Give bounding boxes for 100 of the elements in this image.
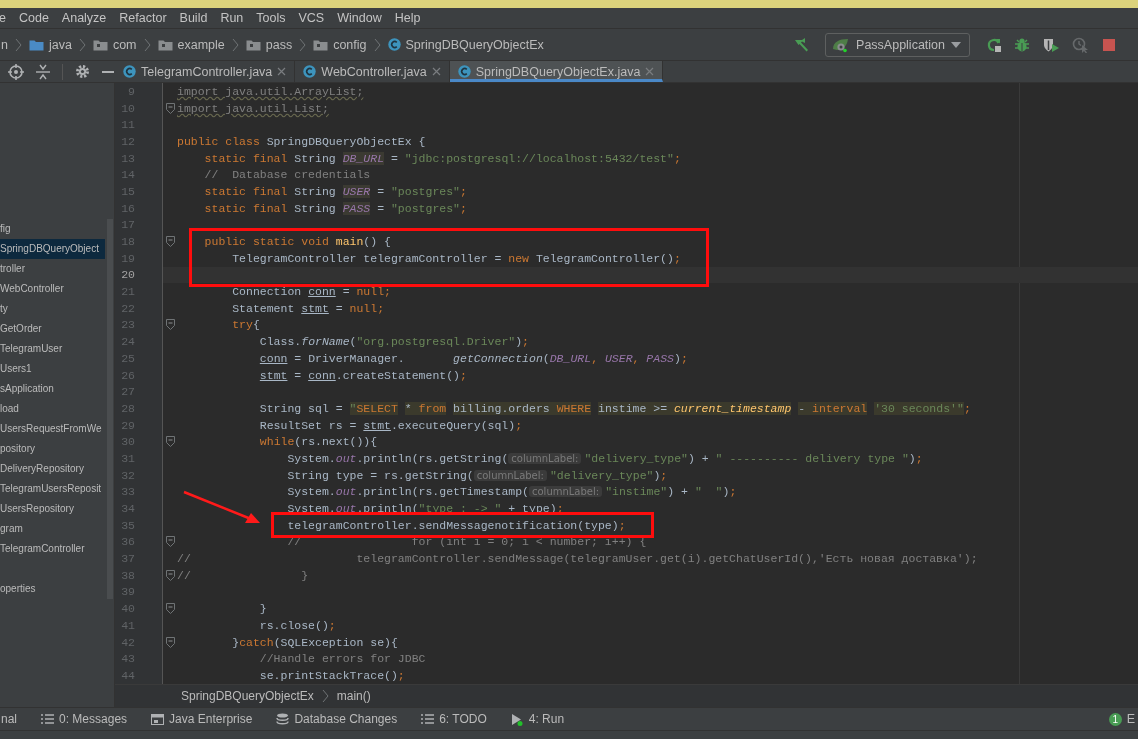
fold-icon[interactable] <box>165 436 175 448</box>
tree-item[interactable]: DeliveryRepository <box>0 459 105 479</box>
count-badge: 1 <box>1108 712 1122 726</box>
editor-tab[interactable]: SpringDBQueryObjectEx.java <box>449 61 664 82</box>
folder-icon <box>92 38 108 51</box>
menu-item[interactable]: Window <box>337 11 382 25</box>
tree-item[interactable]: pository <box>0 439 105 459</box>
code-line: static final String DB_URL = "jdbc:postgresql://localhost:5432/test"; <box>203 150 681 167</box>
code-line: System.out.println(rs.getTimestamp( columnLabel: "instime") + " "); <box>286 484 737 501</box>
code-line: TelegramController telegramController = new TelegramController(); <box>231 250 681 267</box>
tool-window-button[interactable]: 0: Messages <box>41 712 128 726</box>
code-line: stmt = conn.createStatement(); <box>258 367 467 384</box>
tree-item[interactable]: fig <box>0 219 105 239</box>
code-line: String sql = "SELECT * from billing.orders WHERE instime >= current_timestamp - interval '30 seconds'"; <box>258 400 971 417</box>
tool-window-button[interactable]: 6: TODO <box>421 712 487 726</box>
scrollbar[interactable] <box>107 219 113 599</box>
fold-icon[interactable] <box>165 636 175 648</box>
code-line: Connection conn = null; <box>231 284 391 301</box>
tool-window-button[interactable]: Java Enterprise <box>151 712 253 726</box>
close-icon[interactable] <box>645 67 655 76</box>
window-icon <box>151 712 165 726</box>
close-icon[interactable] <box>277 67 287 76</box>
fold-icon[interactable] <box>165 536 175 548</box>
breadcrumb[interactable]: config <box>333 37 367 52</box>
settings-icon[interactable] <box>75 64 90 79</box>
breadcrumb[interactable]: SpringDBQueryObjectEx <box>181 689 314 703</box>
code-line: }catch(SQLException se){ <box>231 634 398 651</box>
breadcrumb[interactable]: java <box>48 37 72 52</box>
code-line: static final String USER = "postgres"; <box>203 183 467 200</box>
tree-item[interactable]: Users1 <box>0 359 105 379</box>
menu-item[interactable]: Help <box>394 11 421 25</box>
event-log-label: E <box>1126 712 1135 726</box>
code-line: String type = rs.getString( columnLabel: "delivery_type"); <box>286 467 668 484</box>
code-line: // } <box>177 567 309 584</box>
tree-item[interactable]: operties <box>0 579 105 599</box>
code-line: se.printStackTrace(); <box>258 667 405 684</box>
list-icon <box>421 712 435 726</box>
fold-icon[interactable] <box>165 236 175 248</box>
menu-item[interactable]: Run <box>220 11 244 25</box>
breadcrumb[interactable]: example <box>177 37 225 52</box>
run-configuration-dropdown[interactable]: PassApplication <box>825 32 970 57</box>
folder-icon <box>157 38 173 51</box>
menu-item[interactable]: Code <box>18 11 49 25</box>
tree-item[interactable]: TelegramUsersReposit <box>0 479 105 499</box>
caret-icon <box>951 41 961 48</box>
chevron-icon <box>373 37 381 52</box>
chevron-icon <box>321 689 329 703</box>
tree-item[interactable]: UsersRepository <box>0 499 105 519</box>
folder-icon <box>28 38 44 51</box>
chevron-icon <box>14 37 22 52</box>
code-line: //Handle errors for JDBC <box>258 651 426 668</box>
breadcrumb[interactable]: main() <box>336 689 371 703</box>
tree-item[interactable]: load <box>0 399 105 419</box>
tree-item[interactable]: ty <box>0 299 105 319</box>
locate-icon[interactable] <box>8 63 24 80</box>
tree-item[interactable]: GetOrder <box>0 319 105 339</box>
breadcrumb[interactable]: n <box>1 37 8 52</box>
tree-item[interactable]: sApplication <box>0 379 105 399</box>
menu-item[interactable]: e <box>0 11 6 25</box>
run-icon <box>510 712 524 726</box>
menu-item[interactable]: Build <box>179 11 208 25</box>
tree-item[interactable]: troller <box>0 259 105 279</box>
menu-item[interactable]: Refactor <box>119 11 167 25</box>
code-line: rs.close(); <box>258 617 336 634</box>
code-line: telegramController.sendMessagenotification(type); <box>286 517 626 534</box>
leaf-icon <box>832 36 851 53</box>
event-log-button[interactable]: 1 E <box>1108 712 1135 726</box>
folder-icon <box>245 38 261 51</box>
tree-item[interactable]: SpringDBQueryObject <box>0 239 105 259</box>
breadcrumb[interactable]: com <box>112 37 137 52</box>
fold-icon[interactable] <box>165 102 175 114</box>
code-line: while(rs.next()){ <box>258 434 378 451</box>
folder-icon <box>313 38 329 51</box>
tree-item[interactable]: WebController <box>0 279 105 299</box>
class-icon <box>303 65 317 78</box>
menu-item[interactable]: Tools <box>256 11 286 25</box>
breadcrumb[interactable]: pass <box>265 37 293 52</box>
editor-tab[interactable]: TelegramController.java <box>115 61 296 82</box>
fold-icon[interactable] <box>165 569 175 581</box>
list-icon <box>41 712 54 726</box>
database-icon <box>276 712 290 726</box>
menu-item[interactable]: Analyze <box>61 11 107 25</box>
tree-item[interactable]: UsersRequestFromWe <box>0 419 105 439</box>
tool-window-button[interactable]: Database Changes <box>276 712 398 726</box>
code-line: try{ <box>231 317 260 334</box>
chevron-icon <box>143 37 151 52</box>
collapse-icon[interactable] <box>36 63 50 80</box>
fold-icon[interactable] <box>165 603 175 615</box>
tool-window-button[interactable]: nal <box>1 712 17 726</box>
tree-item[interactable]: TelegramUser <box>0 339 105 359</box>
chevron-icon <box>299 37 307 52</box>
tree-item[interactable]: gram <box>0 519 105 539</box>
code-line: public class SpringDBQueryObjectEx { <box>177 133 426 150</box>
editor-tab[interactable]: WebController.java <box>295 61 450 82</box>
tree-item[interactable]: TelegramController <box>0 539 105 559</box>
close-icon[interactable] <box>431 67 441 76</box>
tool-window-button[interactable]: 4: Run <box>510 712 565 726</box>
breadcrumb[interactable]: SpringDBQueryObjectEx <box>405 37 544 52</box>
fold-icon[interactable] <box>165 319 175 331</box>
menu-item[interactable]: VCS <box>298 11 325 25</box>
